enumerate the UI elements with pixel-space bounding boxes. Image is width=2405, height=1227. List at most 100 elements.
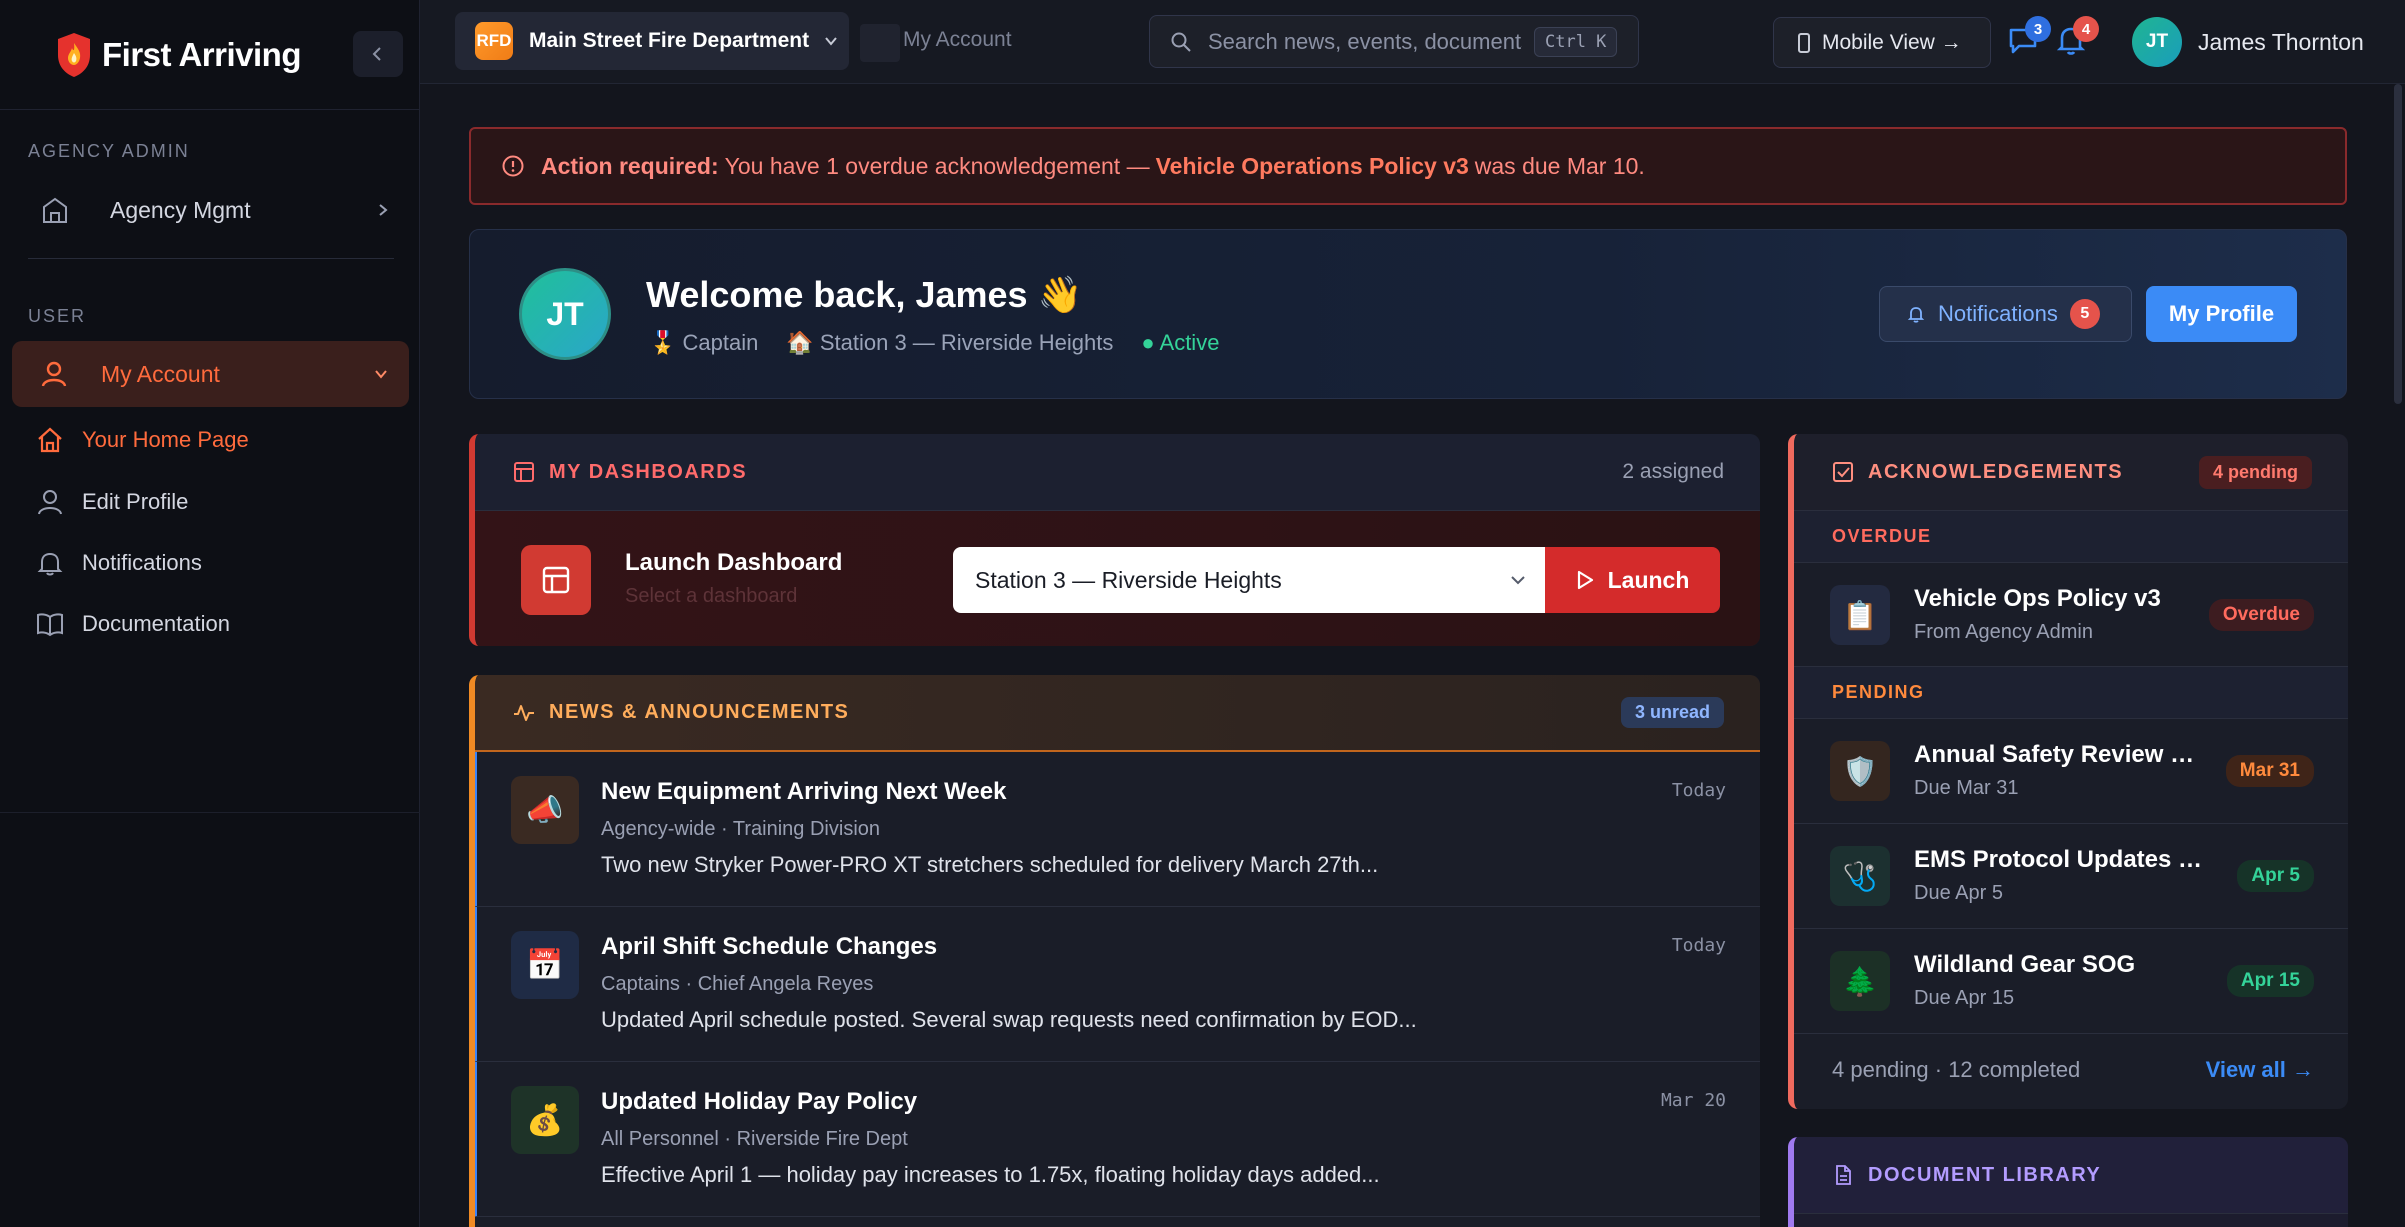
news-excerpt: Two new Stryker Power-PRO XT stretchers … xyxy=(601,852,1379,877)
notifications-count-badge: 4 xyxy=(2073,16,2099,42)
news-date: Today xyxy=(1671,780,1726,801)
page-scrollbar[interactable] xyxy=(2394,84,2402,404)
notifications-button[interactable]: Notifications 5 xyxy=(1879,286,2132,342)
alert-due-text: was due Mar 10. xyxy=(1474,152,1645,179)
dashboards-card: MY DASHBOARDS 2 assigned Launch Dashboar… xyxy=(469,434,1760,646)
ack-item[interactable]: 🛡️ Annual Safety Review 2025 Due Mar 31 … xyxy=(1794,719,2348,824)
dashboard-icon xyxy=(521,545,591,615)
breadcrumb-separator xyxy=(860,24,900,62)
news-date: Mar 20 xyxy=(1660,1090,1726,1111)
sidebar-item-label: Your Home Page xyxy=(82,427,249,452)
sidebar-item-edit-profile[interactable]: Edit Profile xyxy=(36,482,188,522)
assigned-count: 2 assigned xyxy=(1622,460,1724,483)
news-item[interactable]: 💰 Updated Holiday Pay Policy All Personn… xyxy=(475,1062,1760,1217)
sidebar-item-label: Edit Profile xyxy=(82,489,189,514)
clipboard-icon: 📋 xyxy=(1830,585,1890,645)
search-input[interactable] xyxy=(1208,28,1522,55)
sidebar-item-notifications[interactable]: Notifications xyxy=(36,543,202,583)
notifications-button[interactable]: 4 xyxy=(2053,16,2099,62)
layout-icon xyxy=(514,462,534,482)
acknowledgements-card: ACKNOWLEDGEMENTS 4 pending OVERDUE 📋 Veh… xyxy=(1788,434,2348,1109)
card-title: DOCUMENT LIBRARY xyxy=(1868,1163,2102,1186)
top-bar: RFD Main Street Fire Department My Accou… xyxy=(420,0,2405,84)
mobile-view-label: Mobile View → xyxy=(1822,30,1962,54)
welcome-banner: JT Welcome back, James 👋 🎖️ Captain 🏠 St… xyxy=(469,229,2347,399)
phone-icon xyxy=(1798,32,1810,53)
card-header[interactable]: DOCUMENT LIBRARY xyxy=(1794,1137,2348,1214)
megaphone-icon: 📣 xyxy=(511,776,579,844)
ack-item[interactable]: 🩺 EMS Protocol Updates Q1 Due Apr 5 Apr … xyxy=(1794,824,2348,929)
notifications-count-badge: 5 xyxy=(2069,299,2100,329)
unread-badge: 3 unread xyxy=(1620,697,1724,728)
rank-label: 🎖️ Captain xyxy=(649,330,759,355)
department-switcher[interactable]: RFD Main Street Fire Department xyxy=(455,12,849,70)
shield-icon: 🛡️ xyxy=(1830,741,1890,801)
ack-title: Annual Safety Review 2025 xyxy=(1914,741,2204,768)
ack-summary: 4 pending · 12 completed xyxy=(1832,1057,2081,1082)
search-icon xyxy=(1171,32,1191,52)
launch-button[interactable]: Launch xyxy=(1545,547,1720,613)
building-icon xyxy=(43,197,67,223)
news-card: NEWS & ANNOUNCEMENTS 3 unread 📣 New Equi… xyxy=(469,675,1760,1227)
notifications-label: Notifications xyxy=(1938,301,2058,326)
card-header: MY DASHBOARDS 2 assigned xyxy=(475,434,1760,511)
chevron-down-icon xyxy=(825,37,837,46)
document-library-card: DOCUMENT LIBRARY xyxy=(1788,1137,2348,1227)
calendar-icon: 📅 xyxy=(511,931,579,999)
alert-policy-link[interactable]: Vehicle Operations Policy v3 xyxy=(1156,153,1469,180)
ack-title: Vehicle Ops Policy v3 xyxy=(1914,585,2161,612)
home-icon xyxy=(38,427,62,453)
messages-button[interactable]: 3 xyxy=(2005,16,2051,62)
brand-name: First Arriving xyxy=(102,35,301,73)
sidebar-item-agency-mgmt[interactable]: Agency Mgmt xyxy=(40,186,390,234)
stethoscope-icon: 🩺 xyxy=(1830,846,1890,906)
department-badge: RFD xyxy=(475,22,513,60)
news-meta: Agency-wide · Training Division xyxy=(601,818,881,840)
ack-title: Wildland Gear SOG xyxy=(1914,951,2136,978)
breadcrumb[interactable]: My Account xyxy=(903,28,1012,52)
news-title: New Equipment Arriving Next Week xyxy=(601,778,1007,805)
news-meta: All Personnel · Riverside Fire Dept xyxy=(601,1128,908,1150)
status-badge: ● Active xyxy=(1141,330,1220,355)
sidebar-item-documentation[interactable]: Documentation xyxy=(36,604,230,644)
news-meta: Captains · Chief Angela Reyes xyxy=(601,973,874,995)
sidebar-item-label: Agency Mgmt xyxy=(110,196,251,223)
sidebar-divider xyxy=(28,258,394,259)
global-search[interactable]: Ctrl K xyxy=(1149,15,1639,68)
user-name: James Thornton xyxy=(2198,28,2364,55)
user-icon xyxy=(38,490,62,515)
news-title: April Shift Schedule Changes xyxy=(601,933,938,960)
sidebar-item-home-page[interactable]: Your Home Page xyxy=(36,420,249,460)
bell-icon xyxy=(37,552,63,576)
view-all-link[interactable]: View all → xyxy=(2206,1057,2314,1083)
chevron-down-icon xyxy=(375,370,387,379)
messages-count-badge: 3 xyxy=(2025,16,2051,42)
station-label: 🏠 Station 3 — Riverside Heights xyxy=(786,330,1114,355)
alert-circle-icon xyxy=(502,155,524,177)
dashboard-select[interactable]: Station 3 — Riverside Heights xyxy=(953,547,1545,613)
sidebar-item-my-account[interactable]: My Account xyxy=(12,341,409,407)
ack-item[interactable]: 📋 Vehicle Ops Policy v3 From Agency Admi… xyxy=(1794,563,2348,667)
launch-dashboard-row: Launch Dashboard Select a dashboard Stat… xyxy=(475,511,1760,646)
overdue-section-label: OVERDUE xyxy=(1794,511,2348,563)
user-icon xyxy=(41,361,67,387)
mobile-view-button[interactable]: Mobile View → xyxy=(1773,17,1991,68)
sidebar-item-label: Notifications xyxy=(82,550,202,575)
news-item[interactable]: 📅 April Shift Schedule Changes Captains … xyxy=(475,907,1760,1062)
pending-section-label: PENDING xyxy=(1794,667,2348,719)
collapse-sidebar-button[interactable] xyxy=(353,31,403,77)
card-title: ACKNOWLEDGEMENTS xyxy=(1868,460,2124,483)
user-menu[interactable]: JT James Thornton xyxy=(2132,17,2364,67)
avatar: JT xyxy=(519,268,611,360)
launch-dashboard-title: Launch Dashboard xyxy=(625,549,843,576)
card-header: ACKNOWLEDGEMENTS 4 pending xyxy=(1794,434,2348,511)
my-profile-button[interactable]: My Profile xyxy=(2146,286,2297,342)
agency-admin-section-label: AGENCY ADMIN xyxy=(28,141,190,161)
news-item[interactable]: 📣 New Equipment Arriving Next Week Agenc… xyxy=(475,752,1760,907)
news-excerpt: Updated April schedule posted. Several s… xyxy=(601,1007,1417,1032)
news-excerpt: Effective April 1 — holiday pay increase… xyxy=(601,1162,1380,1187)
money-bag-icon: 💰 xyxy=(511,1086,579,1154)
fire-shield-logo-icon xyxy=(58,32,90,77)
ack-footer: 4 pending · 12 completed View all → xyxy=(1794,1034,2348,1106)
ack-item[interactable]: 🌲 Wildland Gear SOG Due Apr 15 Apr 15 xyxy=(1794,929,2348,1034)
